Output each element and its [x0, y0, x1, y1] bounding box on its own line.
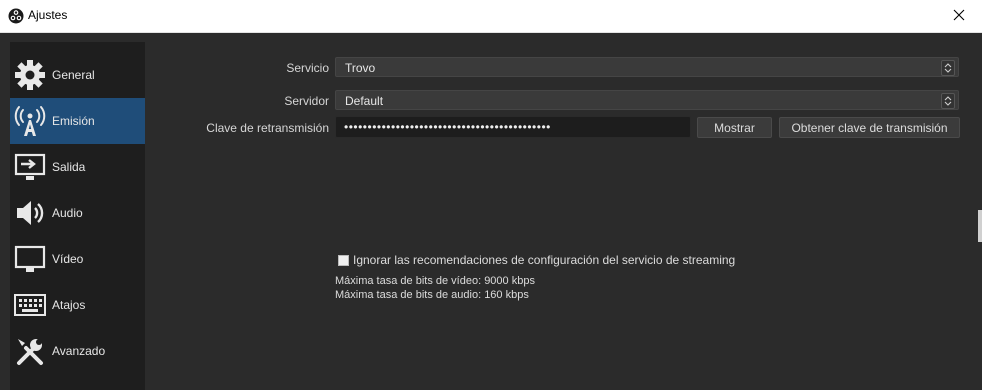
- max-audio-bitrate-text: Máxima tasa de bits de audio: 160 kbps: [335, 289, 529, 301]
- server-value: Default: [345, 94, 384, 108]
- output-monitor-icon: [13, 150, 47, 184]
- obs-logo-icon: [8, 8, 24, 24]
- keyboard-icon: [13, 288, 47, 322]
- service-value: Trovo: [345, 61, 376, 75]
- server-label: Servidor: [284, 94, 329, 108]
- server-select[interactable]: Default: [335, 90, 959, 110]
- sidebar-item-video[interactable]: Vídeo: [10, 236, 145, 282]
- stream-settings-panel: Servicio Trovo Servidor Default Clave de…: [145, 33, 975, 390]
- close-icon: [953, 9, 965, 24]
- sidebar-item-label: Audio: [52, 206, 83, 220]
- sidebar-item-label: Emisión: [52, 114, 95, 128]
- chevron-updown-icon: [941, 93, 955, 109]
- sidebar-item-audio[interactable]: Audio: [10, 190, 145, 236]
- service-select[interactable]: Trovo: [335, 57, 959, 77]
- stream-key-value: ••••••••••••••••••••••••••••••••••••••••…: [344, 120, 551, 134]
- settings-body: General Emisión Salida Audio Vídeo Atajo…: [0, 33, 982, 390]
- stream-key-input[interactable]: ••••••••••••••••••••••••••••••••••••••••…: [335, 116, 691, 138]
- ignore-recommendations-checkbox[interactable]: [338, 255, 349, 266]
- get-stream-key-button[interactable]: Obtener clave de transmisión: [779, 117, 960, 138]
- tools-icon: [13, 334, 47, 368]
- sidebar-item-label: General: [52, 68, 95, 82]
- gear-icon: [13, 58, 47, 92]
- show-key-button[interactable]: Mostrar: [697, 117, 772, 138]
- speaker-icon: [13, 196, 47, 230]
- sidebar-item-emision[interactable]: Emisión: [10, 98, 145, 144]
- scrollbar-thumb[interactable]: [978, 210, 982, 242]
- sidebar-item-general[interactable]: General: [10, 52, 145, 98]
- sidebar-item-atajos[interactable]: Atajos: [10, 282, 145, 328]
- sidebar-item-salida[interactable]: Salida: [10, 144, 145, 190]
- service-label: Servicio: [286, 61, 329, 75]
- window-title: Ajustes: [28, 8, 68, 22]
- settings-sidebar: General Emisión Salida Audio Vídeo Atajo…: [10, 42, 145, 390]
- sidebar-item-avanzado[interactable]: Avanzado: [10, 328, 145, 374]
- close-button[interactable]: [936, 0, 982, 32]
- ignore-recommendations-label: Ignorar las recomendaciones de configura…: [353, 253, 736, 267]
- title-bar: Ajustes: [0, 0, 982, 33]
- chevron-updown-icon: [941, 60, 955, 76]
- sidebar-item-label: Avanzado: [52, 344, 106, 358]
- broadcast-antenna-icon: [13, 104, 47, 138]
- monitor-icon: [13, 242, 47, 276]
- max-video-bitrate-text: Máxima tasa de bits de vídeo: 9000 kbps: [335, 275, 535, 287]
- sidebar-item-label: Salida: [52, 160, 86, 174]
- sidebar-item-label: Vídeo: [52, 252, 84, 266]
- stream-key-label: Clave de retransmisión: [206, 121, 329, 135]
- sidebar-item-label: Atajos: [52, 298, 86, 312]
